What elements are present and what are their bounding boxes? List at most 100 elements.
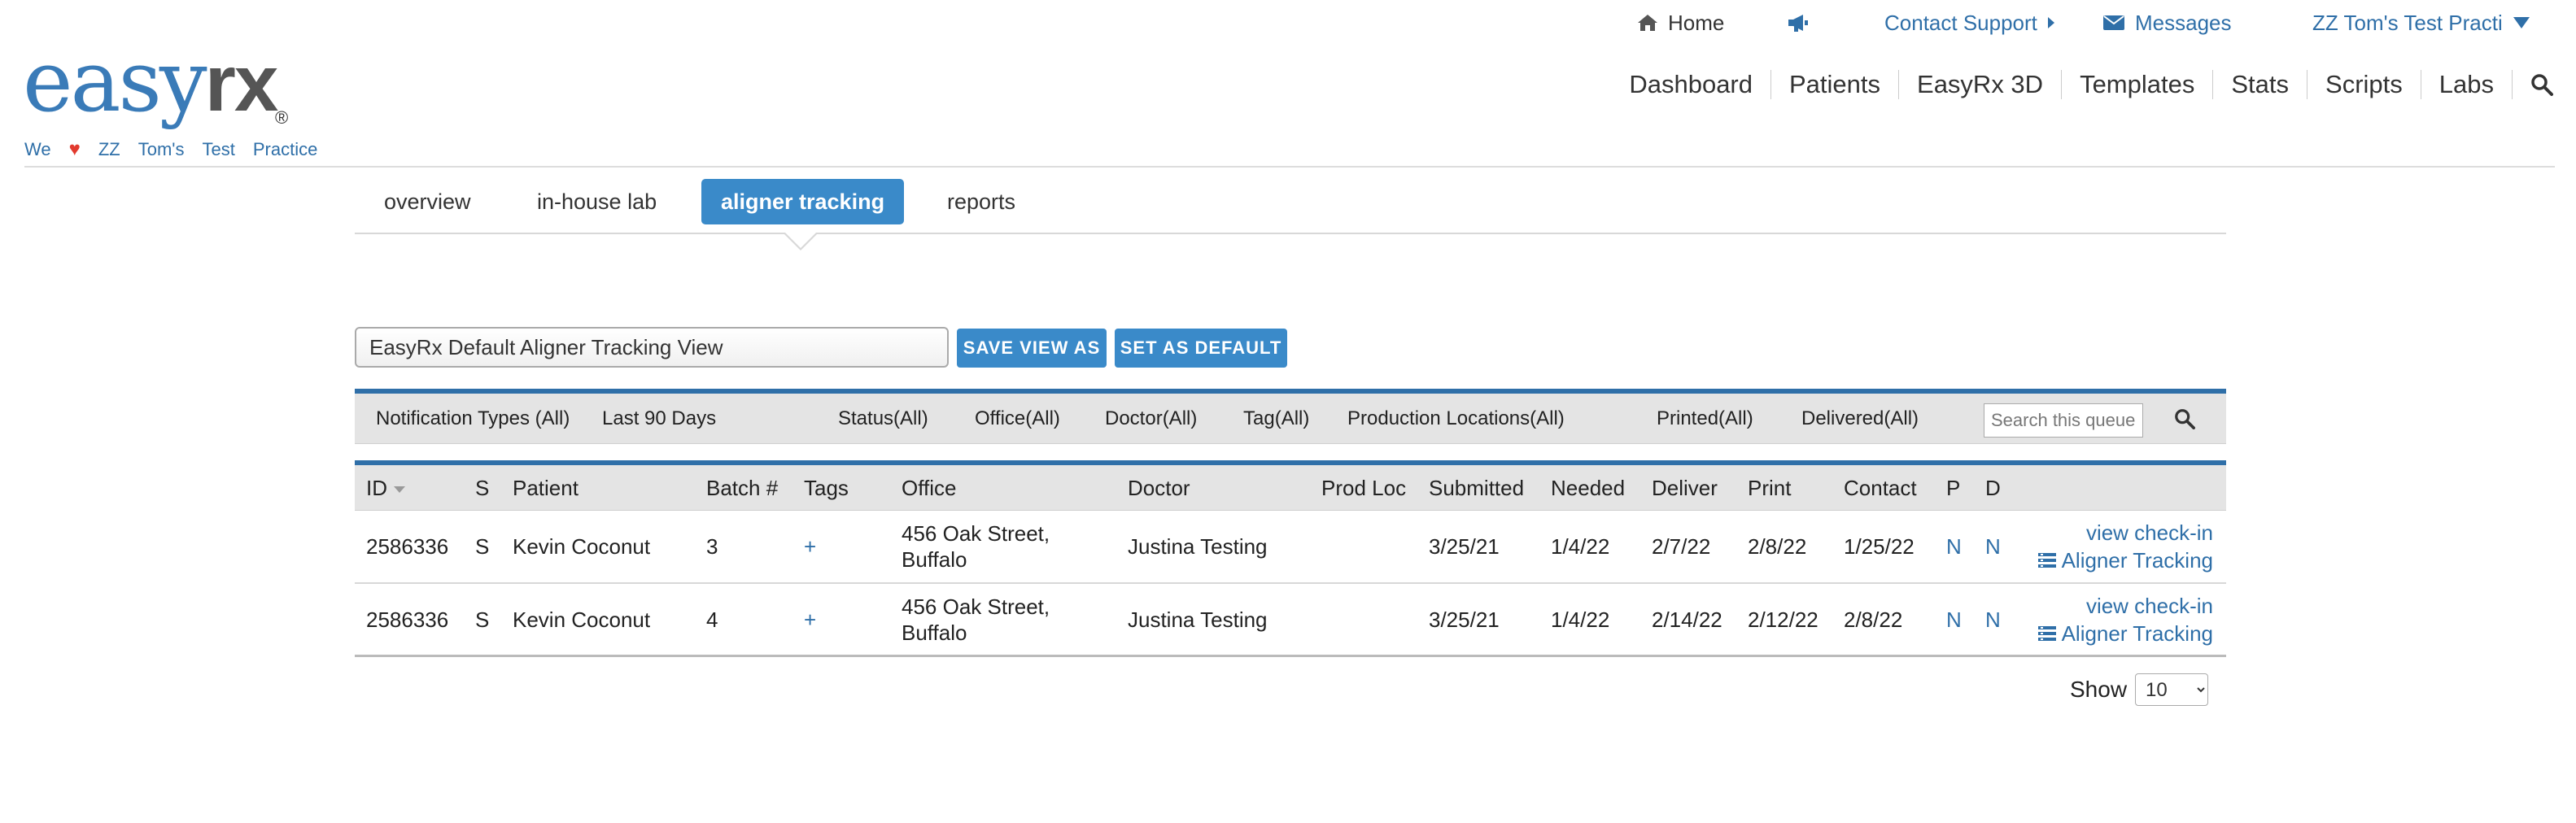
cell-s: S <box>475 607 490 632</box>
cell-id: 2586336 <box>366 607 449 632</box>
aligner-tracking-link[interactable]: Aligner Tracking <box>2037 621 2213 647</box>
aligner-tracking-link[interactable]: Aligner Tracking <box>2037 547 2213 573</box>
tab-aligner-tracking[interactable]: aligner tracking <box>701 179 905 224</box>
col-office[interactable]: Office <box>902 465 956 511</box>
col-patient[interactable]: Patient <box>513 465 579 511</box>
col-d[interactable]: D <box>1985 465 2001 511</box>
messages-label: Messages <box>2135 10 2232 35</box>
cell-office: 456 Oak Street, Buffalo <box>902 594 1050 645</box>
add-tag-button[interactable]: + <box>804 584 816 655</box>
delivered-toggle[interactable]: N <box>1985 511 2001 582</box>
view-check-in-link[interactable]: view check-in <box>2086 520 2213 546</box>
col-contact[interactable]: Contact <box>1844 465 1917 511</box>
tab-overview[interactable]: overview <box>365 179 491 224</box>
cell-deliver: 2/7/22 <box>1652 534 1711 559</box>
home-link[interactable]: Home <box>1637 7 1724 39</box>
queue-search-input[interactable] <box>1984 403 2143 438</box>
aligner-tracking-label: Aligner Tracking <box>2061 548 2213 573</box>
tagline-word: Test <box>202 139 235 159</box>
col-print[interactable]: Print <box>1748 465 1791 511</box>
col-s[interactable]: S <box>475 465 489 511</box>
save-view-as-button[interactable]: SAVE VIEW AS <box>957 329 1107 368</box>
set-as-default-button[interactable]: SET AS DEFAULT <box>1115 329 1287 368</box>
cell-needed: 1/4/22 <box>1551 534 1610 559</box>
cell-doctor: Justina Testing <box>1128 534 1268 559</box>
sort-desc-icon <box>394 486 405 494</box>
cell-submitted: 3/25/21 <box>1429 534 1500 559</box>
filter-tag[interactable]: Tag(All) <box>1243 394 1309 444</box>
page-size-select[interactable]: 10 <box>2135 673 2209 706</box>
col-doctor[interactable]: Doctor <box>1128 465 1190 511</box>
table-row: 2586336 S Kevin Coconut 4 + 456 Oak Stre… <box>355 584 2226 657</box>
nav-easyrx-3d[interactable]: EasyRx 3D <box>1899 70 2063 99</box>
easyrx-logo[interactable]: easyrx ® <box>23 39 332 145</box>
filter-status[interactable]: Status(All) <box>838 394 928 444</box>
nav-scripts[interactable]: Scripts <box>2307 70 2421 99</box>
nav-templates[interactable]: Templates <box>2062 70 2214 99</box>
tagline-word: Practice <box>252 139 318 159</box>
row-actions: view check-in Aligner Tracking <box>2037 584 2213 655</box>
cell-print: 2/12/22 <box>1748 607 1818 632</box>
cell-patient: Kevin Coconut <box>513 607 651 632</box>
home-label: Home <box>1668 10 1725 35</box>
filter-delivered[interactable]: Delivered(All) <box>1801 394 1919 444</box>
printed-toggle[interactable]: N <box>1946 584 1962 655</box>
cell-print: 2/8/22 <box>1748 534 1807 559</box>
search-icon <box>2531 74 2553 96</box>
tagline-word: ZZ <box>98 139 120 159</box>
aligner-tracking-table: ID S Patient Batch # Tags Office Doctor … <box>355 460 2226 657</box>
col-prod-loc[interactable]: Prod Loc <box>1321 465 1406 511</box>
col-submitted[interactable]: Submitted <box>1429 465 1524 511</box>
filter-printed[interactable]: Printed(All) <box>1657 394 1753 444</box>
filter-date-range[interactable]: Last 90 Days <box>602 394 716 444</box>
col-tags[interactable]: Tags <box>804 465 849 511</box>
nav-dashboard[interactable]: Dashboard <box>1611 70 1771 99</box>
tab-in-house-lab[interactable]: in-house lab <box>517 179 676 224</box>
add-tag-button[interactable]: + <box>804 511 816 582</box>
nav-labs[interactable]: Labs <box>2421 70 2513 99</box>
megaphone-icon <box>1788 15 1808 32</box>
filter-doctor[interactable]: Doctor(All) <box>1105 394 1197 444</box>
account-label: ZZ Tom's Test Practi <box>2312 10 2503 35</box>
cell-submitted: 3/25/21 <box>1429 607 1500 632</box>
queue-search-button[interactable] <box>2174 408 2195 433</box>
delivered-toggle[interactable]: N <box>1985 584 2001 655</box>
row-actions: view check-in Aligner Tracking <box>2037 511 2213 582</box>
cell-batch: 4 <box>706 607 718 632</box>
section-tabs: overview in-house lab aligner tracking r… <box>355 177 2226 233</box>
messages-link[interactable]: Messages <box>2102 7 2232 39</box>
table-row: 2586336 S Kevin Coconut 3 + 456 Oak Stre… <box>355 511 2226 584</box>
table-header: ID S Patient Batch # Tags Office Doctor … <box>355 460 2226 511</box>
page-size-control: Show 10 <box>2070 673 2209 706</box>
heart-icon: ♥ <box>68 138 81 160</box>
envelope-icon <box>2103 15 2124 30</box>
nav-search-button[interactable] <box>2513 73 2553 96</box>
tagline-we: We <box>24 139 51 159</box>
tab-reports[interactable]: reports <box>928 179 1035 224</box>
list-icon <box>2037 626 2056 641</box>
filter-notification-types[interactable]: Notification Types (All) <box>376 394 570 444</box>
cell-patient: Kevin Coconut <box>513 534 651 559</box>
nav-stats[interactable]: Stats <box>2213 70 2308 99</box>
account-menu[interactable]: ZZ Tom's Test Practi <box>2312 7 2530 39</box>
nav-patients[interactable]: Patients <box>1771 70 1900 99</box>
filter-production-locations[interactable]: Production Locations(All) <box>1347 394 1565 444</box>
filter-office[interactable]: Office(All) <box>975 394 1060 444</box>
home-icon <box>1638 15 1657 31</box>
col-needed[interactable]: Needed <box>1551 465 1625 511</box>
main-nav: Dashboard Patients EasyRx 3D Templates S… <box>1611 65 2553 104</box>
cell-s: S <box>475 534 490 559</box>
view-name-field[interactable] <box>355 327 949 368</box>
list-icon <box>2037 553 2056 568</box>
view-check-in-link[interactable]: view check-in <box>2086 593 2213 619</box>
col-deliver[interactable]: Deliver <box>1652 465 1718 511</box>
col-batch[interactable]: Batch # <box>706 465 778 511</box>
announcements-link[interactable] <box>1787 7 1810 39</box>
col-id[interactable]: ID <box>366 465 405 511</box>
printed-toggle[interactable]: N <box>1946 511 1962 582</box>
contact-support-link[interactable]: Contact Support <box>1884 7 2055 39</box>
triangle-down-icon <box>2513 17 2530 28</box>
col-p[interactable]: P <box>1946 465 1960 511</box>
logo-rx: rx <box>204 38 279 128</box>
logo-easy: easy <box>23 32 207 131</box>
